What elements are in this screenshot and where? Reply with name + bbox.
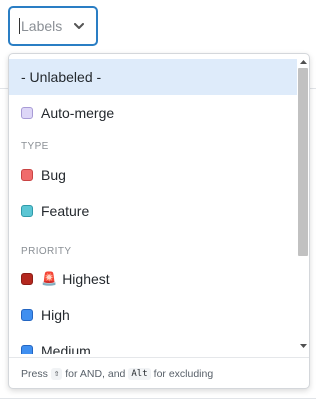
alt-key-hint: Alt bbox=[128, 367, 151, 380]
option-high[interactable]: High bbox=[9, 297, 297, 333]
option-label: Highest bbox=[62, 271, 110, 287]
background-divider bbox=[0, 398, 316, 399]
scrollbar-thumb[interactable] bbox=[298, 68, 308, 256]
labels-dropdown: - Unlabeled - Auto-merge TYPE Bug Featur… bbox=[8, 53, 310, 389]
scroll-down-arrow-icon[interactable] bbox=[297, 340, 309, 352]
dropdown-footer-hint: Press ⇧ for AND, and Alt for excluding bbox=[9, 357, 309, 388]
label-color-swatch bbox=[21, 169, 33, 181]
dropdown-scrollbar[interactable] bbox=[297, 54, 309, 354]
group-header-type: TYPE bbox=[21, 141, 49, 152]
scroll-up-arrow-icon[interactable] bbox=[297, 56, 309, 68]
option-label: High bbox=[41, 307, 70, 323]
option-unlabeled[interactable]: - Unlabeled - bbox=[9, 59, 297, 95]
shift-key-hint: ⇧ bbox=[50, 367, 63, 380]
text-cursor bbox=[19, 18, 20, 34]
option-label: Medium bbox=[41, 343, 91, 354]
option-label: Feature bbox=[41, 203, 90, 219]
label-color-swatch bbox=[21, 309, 33, 321]
label-color-swatch bbox=[21, 273, 33, 285]
footer-press-text: Press bbox=[21, 367, 48, 380]
labels-select-placeholder: Labels bbox=[21, 18, 63, 34]
option-auto-merge[interactable]: Auto-merge bbox=[9, 95, 297, 131]
labels-select[interactable]: Labels bbox=[8, 6, 98, 46]
label-color-swatch bbox=[21, 345, 33, 354]
option-medium[interactable]: Medium bbox=[9, 333, 297, 354]
labels-option-list: - Unlabeled - Auto-merge TYPE Bug Featur… bbox=[9, 54, 297, 354]
label-color-swatch bbox=[21, 107, 33, 119]
footer-and-text: for AND, and bbox=[65, 367, 126, 380]
option-label: Auto-merge bbox=[41, 105, 115, 121]
option-label: Bug bbox=[41, 167, 66, 183]
option-bug[interactable]: Bug bbox=[9, 157, 297, 193]
option-feature[interactable]: Feature bbox=[9, 193, 297, 229]
siren-emoji-icon: 🚨 bbox=[41, 271, 58, 286]
option-label: - Unlabeled - bbox=[21, 69, 102, 85]
option-highest[interactable]: 🚨 Highest bbox=[9, 261, 297, 297]
label-color-swatch bbox=[21, 205, 33, 217]
footer-excluding-text: for excluding bbox=[153, 367, 214, 380]
chevron-down-icon[interactable] bbox=[73, 20, 85, 32]
group-header-priority: PRIORITY bbox=[21, 246, 72, 257]
